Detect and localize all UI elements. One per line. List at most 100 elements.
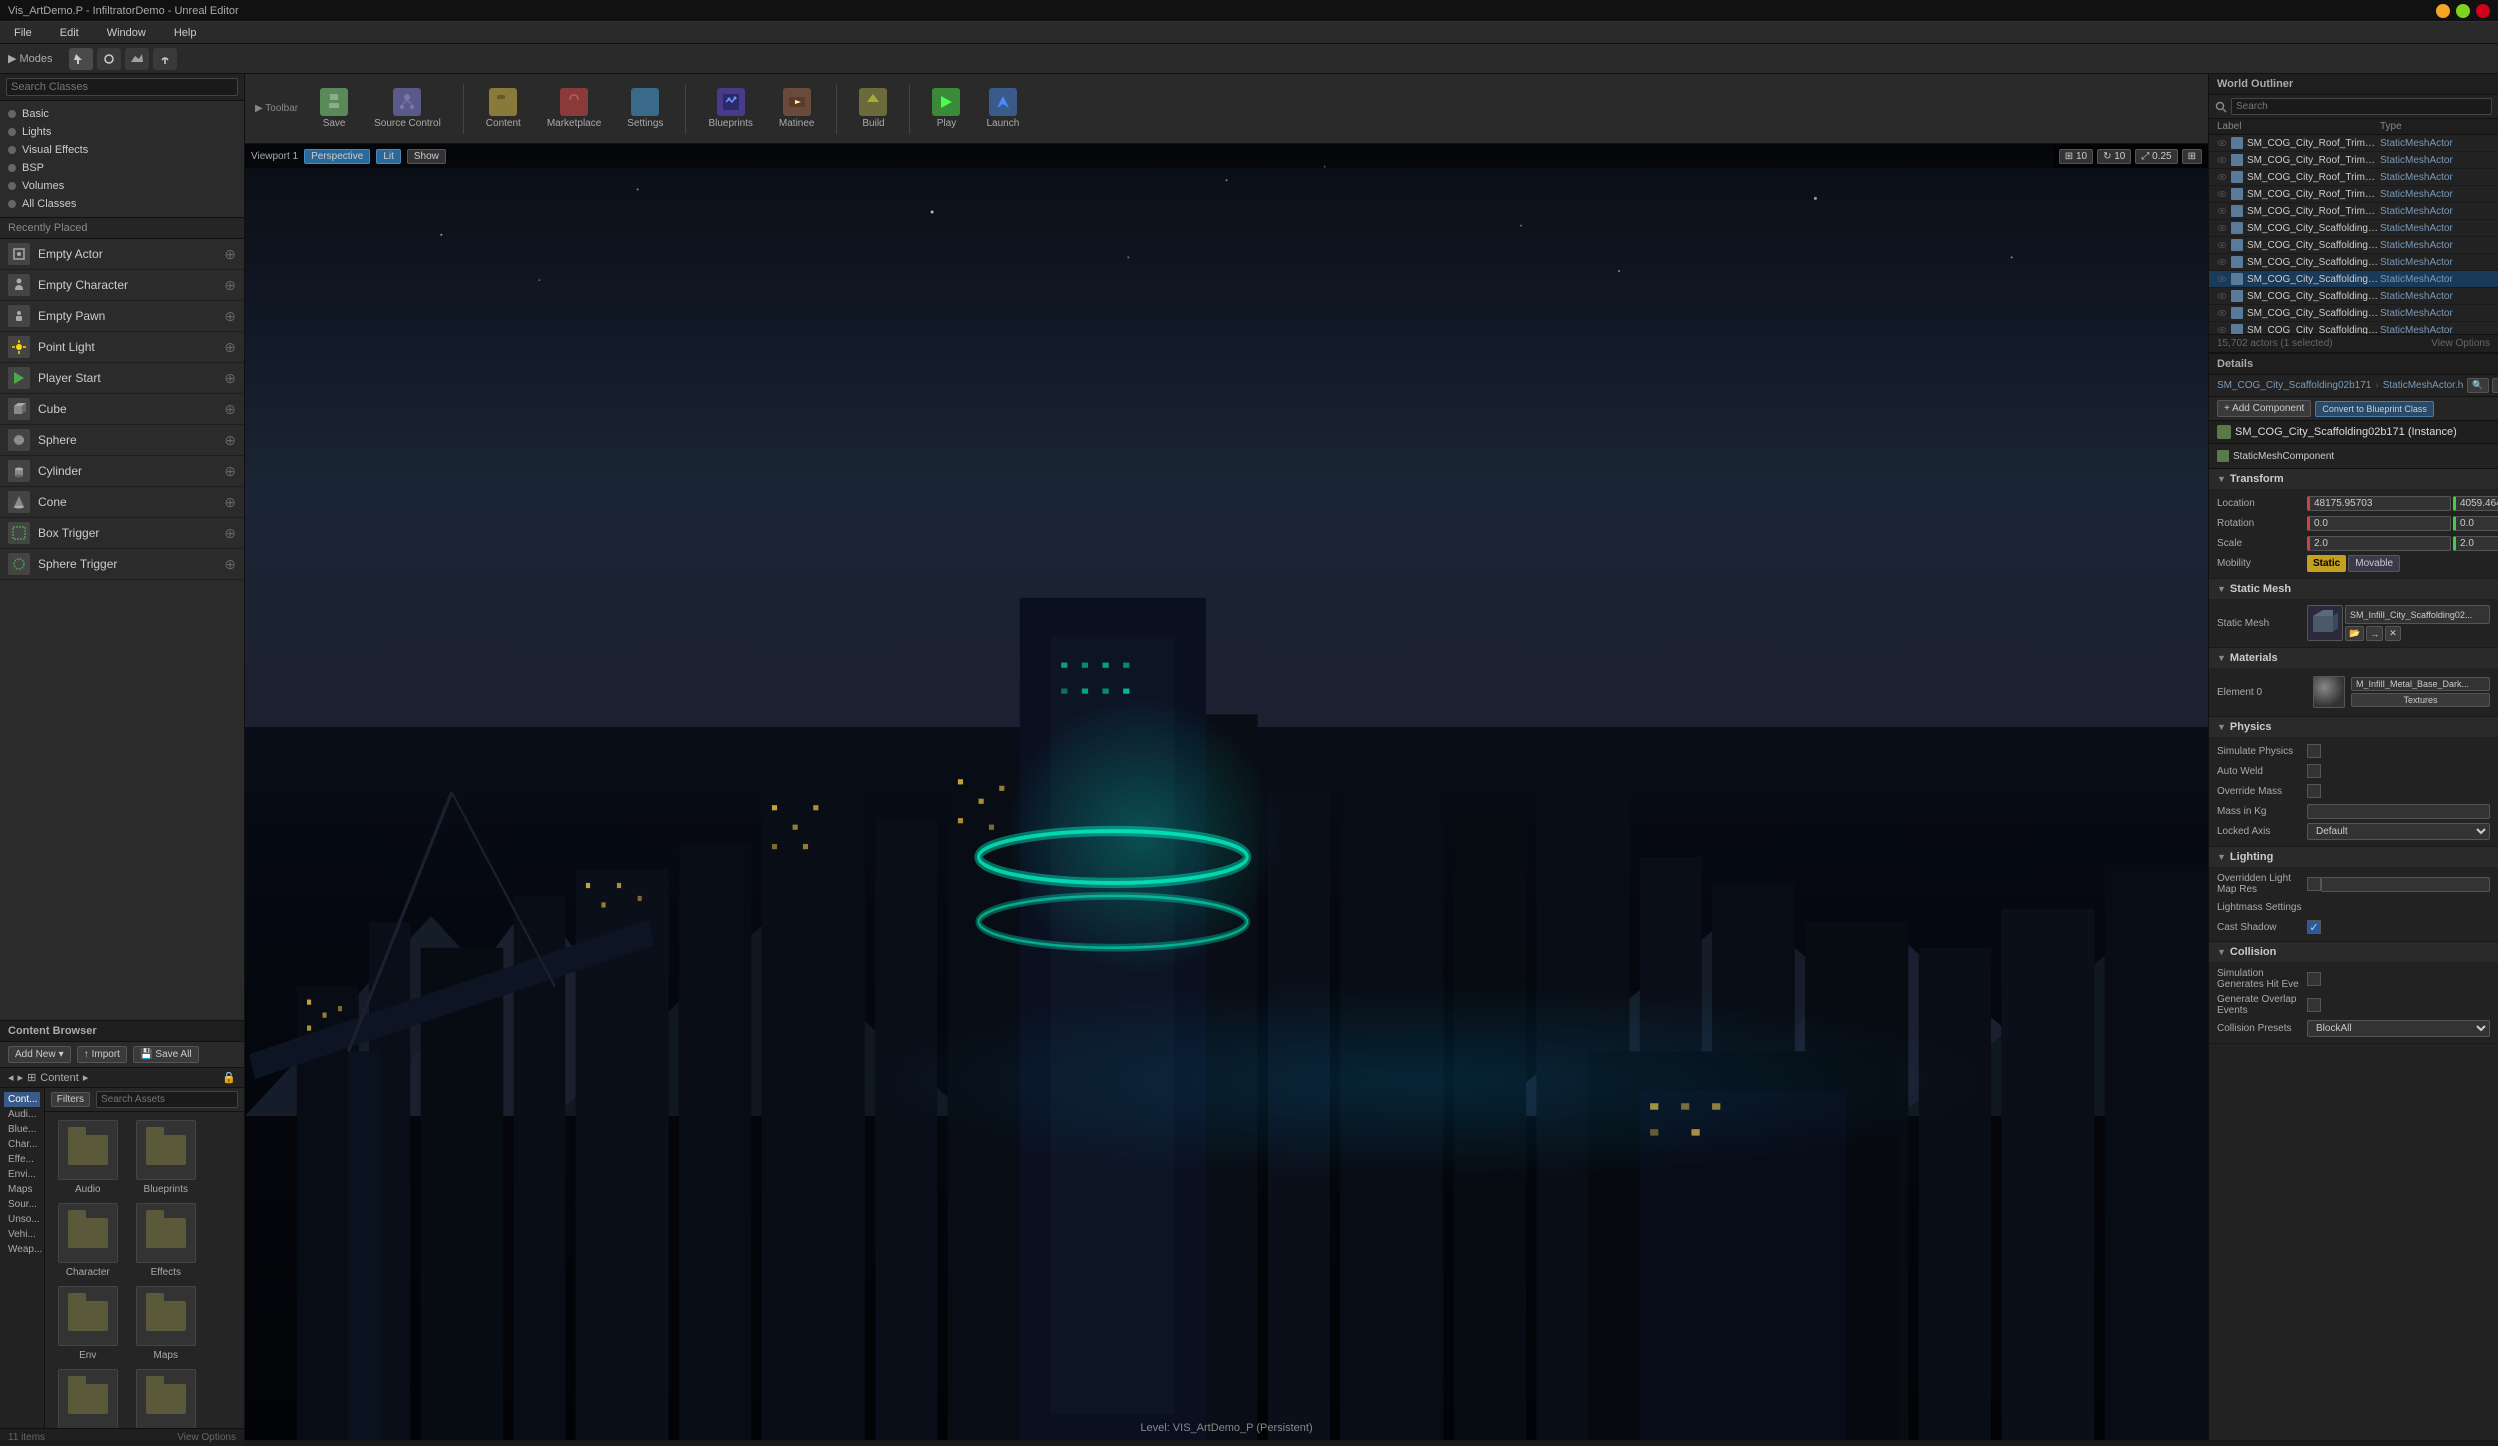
lightmap-res-input[interactable] — [2321, 877, 2490, 892]
location-x-input[interactable] — [2307, 496, 2451, 511]
rotation-x-input[interactable] — [2307, 516, 2451, 531]
menu-help[interactable]: Help — [168, 25, 203, 41]
wo-item-11[interactable]: SM_COG_City_Scaffolding02b197 StaticMesh… — [2209, 322, 2498, 334]
menu-edit[interactable]: Edit — [54, 25, 85, 41]
category-basic[interactable]: Basic — [0, 105, 244, 123]
view-options-button[interactable]: View Options — [2431, 338, 2490, 349]
mode-landscape[interactable] — [125, 48, 149, 70]
placed-item-box-trigger[interactable]: Box Trigger ⊕ — [0, 518, 244, 549]
close-button[interactable] — [2476, 4, 2490, 18]
launch-button[interactable]: Launch — [978, 84, 1027, 133]
category-lights[interactable]: Lights — [0, 123, 244, 141]
scale-x-input[interactable] — [2307, 536, 2451, 551]
static-mobility-button[interactable]: Static — [2307, 555, 2346, 572]
viewport-options-btn[interactable]: ⊞ — [2182, 149, 2202, 164]
cb-tree-character[interactable]: Char... — [4, 1137, 40, 1152]
cb-tree-unsorted[interactable]: Unso... — [4, 1212, 40, 1227]
placed-item-empty-pawn[interactable]: Empty Pawn ⊕ — [0, 301, 244, 332]
cb-tree-blueprints[interactable]: Blue... — [4, 1122, 40, 1137]
show-button[interactable]: Show — [407, 149, 446, 164]
wo-item-10[interactable]: SM_COG_City_Scaffolding02b173 StaticMesh… — [2209, 305, 2498, 322]
mesh-delete-btn[interactable]: ✕ — [2385, 626, 2401, 641]
placed-item-player-start[interactable]: Player Start ⊕ — [0, 363, 244, 394]
material-name-input[interactable] — [2351, 677, 2490, 691]
placed-item-cone[interactable]: Cone ⊕ — [0, 487, 244, 518]
snap-rotate-btn[interactable]: ↻ 10 — [2097, 149, 2131, 164]
placed-item-empty-actor[interactable]: Empty Actor ⊕ — [0, 239, 244, 270]
category-bsp[interactable]: BSP — [0, 159, 244, 177]
snap-scale-btn[interactable]: ⤢ 0.25 — [2135, 149, 2177, 164]
cb-tree-content[interactable]: Cont... — [4, 1092, 40, 1107]
asset-maps[interactable]: Maps — [131, 1286, 201, 1361]
sim-generates-checkbox[interactable] — [2307, 972, 2321, 986]
locked-axis-select[interactable]: Default X Y Z — [2307, 823, 2490, 840]
minimize-button[interactable] — [2436, 4, 2450, 18]
wo-item-6[interactable]: SM_COG_City_Scaffolding02b169 StaticMesh… — [2209, 237, 2498, 254]
convert-blueprint-button[interactable]: Convert to Blueprint Class — [2315, 401, 2434, 417]
breadcrumb-actor[interactable]: SM_COG_City_Scaffolding02b171 — [2217, 380, 2371, 391]
mode-foliage[interactable] — [153, 48, 177, 70]
cb-tree-vehicle[interactable]: Vehi... — [4, 1227, 40, 1242]
placed-item-empty-character[interactable]: Empty Character ⊕ — [0, 270, 244, 301]
asset-effects[interactable]: Effects — [131, 1203, 201, 1278]
override-mass-checkbox[interactable] — [2307, 784, 2321, 798]
path-arrow-left[interactable]: ◂ — [8, 1071, 14, 1084]
asset-env[interactable]: Env — [53, 1286, 123, 1361]
perspective-button[interactable]: Perspective — [304, 149, 370, 164]
collision-section-header[interactable]: ▼ Collision — [2209, 942, 2498, 962]
lock-details-btn[interactable]: 🔒 — [2492, 378, 2498, 393]
search-classes-input[interactable] — [6, 78, 238, 96]
simulate-physics-checkbox[interactable] — [2307, 744, 2321, 758]
asset-blueprints[interactable]: Blueprints — [131, 1120, 201, 1195]
path-arrow-right[interactable]: ▸ — [18, 1071, 24, 1084]
wo-item-3[interactable]: SM_COG_City_Roof_Trim_VarB_Middle458 Sta… — [2209, 186, 2498, 203]
add-new-button[interactable]: Add New ▾ — [8, 1046, 71, 1063]
lit-button[interactable]: Lit — [376, 149, 401, 164]
category-volumes[interactable]: Volumes — [0, 177, 244, 195]
movable-mobility-button[interactable]: Movable — [2348, 555, 2400, 572]
generate-overlap-checkbox[interactable] — [2307, 998, 2321, 1012]
snap-translate-btn[interactable]: ⊞ 10 — [2059, 149, 2093, 164]
menu-file[interactable]: File — [8, 25, 38, 41]
wo-item-4[interactable]: SM_COG_City_Roof_Trim_VarB_Middle459 Sta… — [2209, 203, 2498, 220]
placed-item-sphere[interactable]: Sphere ⊕ — [0, 425, 244, 456]
mesh-arrow-btn[interactable]: → — [2366, 626, 2383, 641]
settings-button[interactable]: Settings — [619, 84, 671, 133]
asset-unsorted[interactable]: Unsorted — [131, 1369, 201, 1428]
placed-item-point-light[interactable]: Point Light ⊕ — [0, 332, 244, 363]
cb-tree-maps[interactable]: Maps — [4, 1182, 40, 1197]
cb-tree-env[interactable]: Envi... — [4, 1167, 40, 1182]
location-y-input[interactable] — [2453, 496, 2498, 511]
wo-item-9[interactable]: SM_COG_City_Scaffolding02b172 StaticMesh… — [2209, 288, 2498, 305]
wo-item-7[interactable]: SM_COG_City_Scaffolding02b170 StaticMesh… — [2209, 254, 2498, 271]
blueprints-button[interactable]: Blueprints — [700, 84, 760, 133]
marketplace-button[interactable]: Marketplace — [539, 84, 609, 133]
wo-item-8[interactable]: SM_COG_City_Scaffolding02b171 StaticMesh… — [2209, 271, 2498, 288]
physics-section-header[interactable]: ▼ Physics — [2209, 717, 2498, 737]
filters-button[interactable]: Filters — [51, 1092, 90, 1107]
placed-item-cylinder[interactable]: Cylinder ⊕ — [0, 456, 244, 487]
scale-y-input[interactable] — [2453, 536, 2498, 551]
placed-item-cube[interactable]: Cube ⊕ — [0, 394, 244, 425]
category-all-classes[interactable]: All Classes — [0, 195, 244, 213]
viewport[interactable]: Viewport 1 Perspective Lit Show ⊞ 10 ↻ 1… — [245, 144, 2208, 1440]
maximize-button[interactable] — [2456, 4, 2470, 18]
auto-weld-checkbox[interactable] — [2307, 764, 2321, 778]
cb-tree-effects[interactable]: Effe... — [4, 1152, 40, 1167]
materials-section-header[interactable]: ▼ Materials — [2209, 648, 2498, 668]
category-visual-effects[interactable]: Visual Effects — [0, 141, 244, 159]
rotation-y-input[interactable] — [2453, 516, 2498, 531]
mesh-browse-btn[interactable]: 📂 — [2345, 626, 2364, 641]
search-details-btn[interactable]: 🔍 — [2467, 378, 2488, 393]
lightmap-res-checkbox[interactable] — [2307, 877, 2321, 891]
view-options-btn[interactable]: View Options — [177, 1432, 236, 1443]
play-button[interactable]: Play — [924, 84, 968, 133]
content-button[interactable]: Content — [478, 84, 529, 133]
breadcrumb-file[interactable]: StaticMeshActor.h — [2383, 380, 2464, 391]
wo-item-5[interactable]: SM_COG_City_Scaffolding02b168 StaticMesh… — [2209, 220, 2498, 237]
textures-slot-button[interactable]: Textures — [2351, 693, 2490, 707]
mode-paint[interactable] — [97, 48, 121, 70]
cb-tree-audio[interactable]: Audi... — [4, 1107, 40, 1122]
collision-presets-select[interactable]: BlockAll OverlapAll NoCollision — [2307, 1020, 2490, 1037]
transform-section-header[interactable]: ▼ Transform — [2209, 469, 2498, 489]
